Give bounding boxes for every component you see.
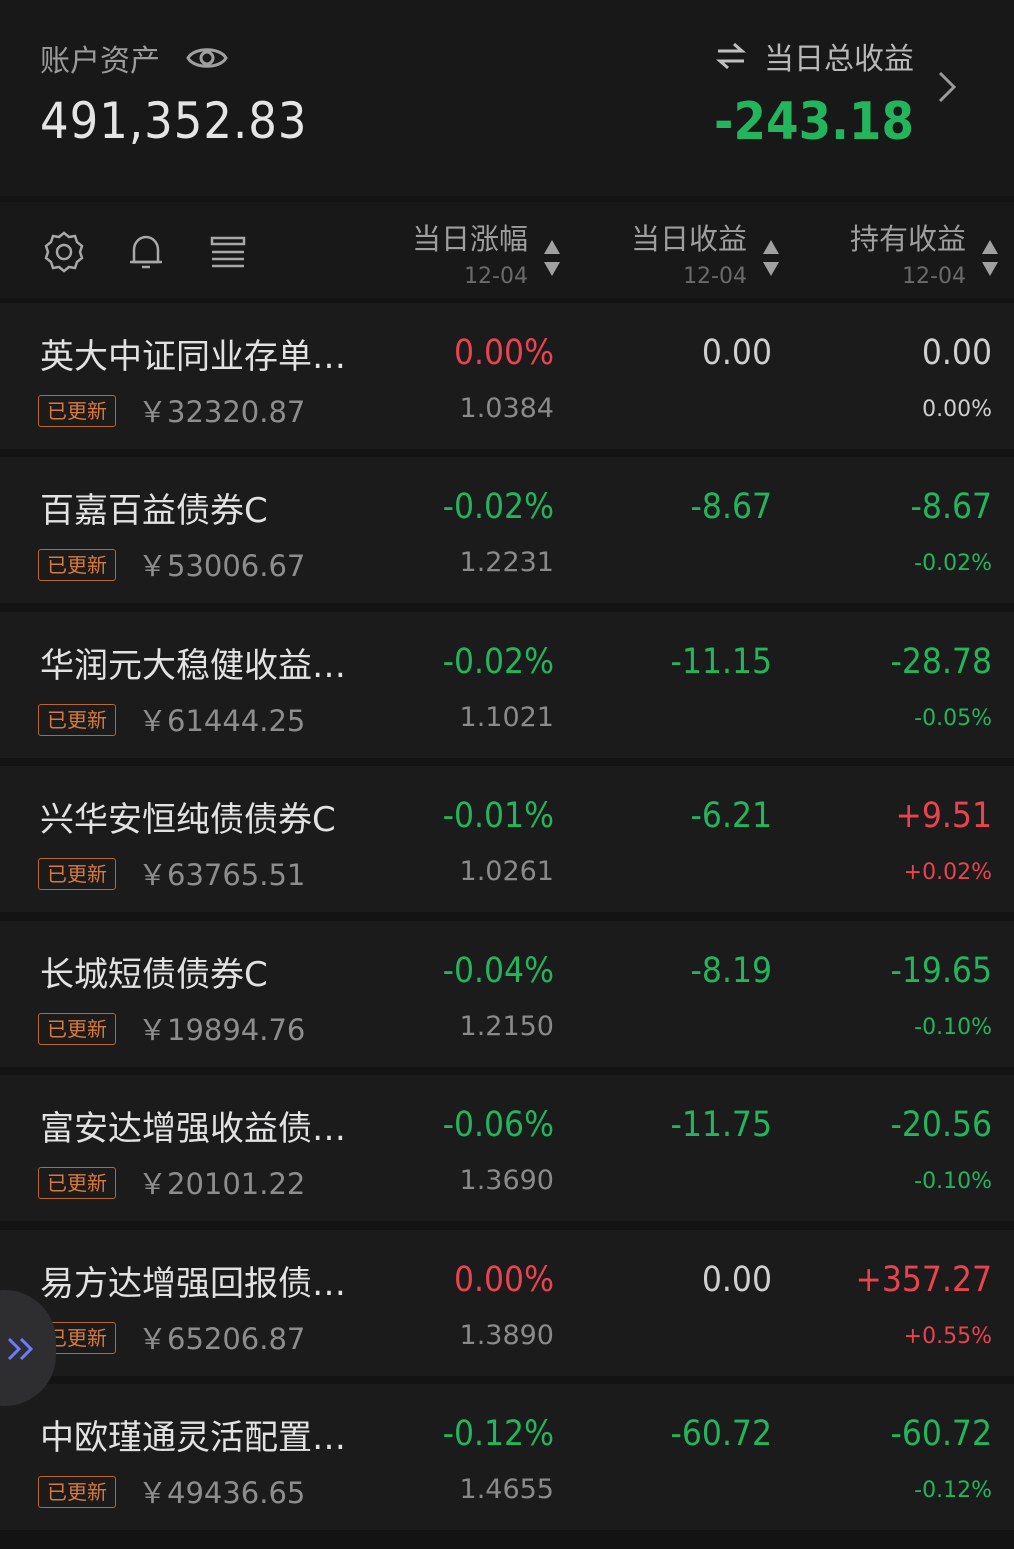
hold-profit-pct: +0.02%: [903, 860, 992, 885]
fund-name: 华润元大稳健收益…: [40, 646, 346, 686]
fund-amount: ￥63765.51: [138, 858, 306, 892]
hold-profit-pct: -0.12%: [914, 1478, 992, 1503]
column-title: 持有收益: [849, 222, 966, 256]
fund-amount: ￥65206.87: [138, 1322, 306, 1356]
fund-row[interactable]: 华润元大稳健收益… 已更新 ￥61444.25 -0.02% 1.1021 -1…: [0, 612, 1014, 758]
day-profit: -8.67: [690, 487, 772, 527]
fund-name: 百嘉百益债券C: [40, 491, 268, 531]
sort-icon[interactable]: [980, 238, 1000, 278]
sort-icon[interactable]: [761, 238, 781, 278]
nav-value: 1.2231: [459, 547, 554, 578]
fund-name: 长城短债债券C: [40, 955, 268, 995]
column-date: 12-04: [464, 264, 528, 289]
updated-badge: 已更新: [38, 1476, 116, 1508]
nav-value: 1.3890: [459, 1320, 554, 1351]
bell-icon[interactable]: [124, 230, 168, 274]
fund-row[interactable]: 易方达增强回报债… 已更新 ￥65206.87 0.00% 1.3890 0.0…: [0, 1230, 1014, 1376]
column-header-day-profit[interactable]: 当日收益 12-04: [631, 216, 747, 289]
hold-profit: -19.65: [890, 951, 992, 991]
change-pct: 0.00%: [453, 1260, 554, 1300]
fund-row[interactable]: 百嘉百益债券C 已更新 ￥53006.67 -0.02% 1.2231 -8.6…: [0, 457, 1014, 603]
account-label: 账户资产: [40, 44, 160, 79]
expand-icon: [7, 1337, 34, 1361]
updated-badge: 已更新: [38, 549, 116, 581]
change-pct: -0.01%: [442, 796, 554, 836]
fund-row[interactable]: 富安达增强收益债… 已更新 ￥20101.22 -0.06% 1.3690 -1…: [0, 1075, 1014, 1221]
nav-value: 1.2150: [459, 1011, 554, 1042]
fund-row[interactable]: 中欧瑾通灵活配置… 已更新 ￥49436.65 -0.12% 1.4655 -6…: [0, 1384, 1014, 1530]
hold-profit: 0.00: [921, 333, 992, 373]
account-label-wrap: 账户资产: [40, 36, 228, 80]
hold-profit-pct: +0.55%: [903, 1324, 992, 1349]
fund-amount: ￥20101.22: [138, 1167, 306, 1201]
hold-profit-pct: -0.10%: [914, 1015, 992, 1040]
nav-value: 1.0384: [459, 393, 554, 424]
day-profit-label: 当日总收益: [764, 42, 914, 77]
day-profit-value: -243.18: [714, 92, 914, 152]
hold-profit: -20.56: [890, 1105, 992, 1145]
hold-profit-pct: -0.10%: [914, 1169, 992, 1194]
fund-amount: ￥19894.76: [138, 1013, 306, 1047]
list-toolbar: 当日涨幅 12-04 当日收益 12-04 持有收益 12-04: [0, 202, 1014, 298]
fund-row[interactable]: 长城短债债券C 已更新 ￥19894.76 -0.04% 1.2150 -8.1…: [0, 921, 1014, 1067]
account-value: 491,352.83: [40, 92, 308, 150]
updated-badge: 已更新: [38, 858, 116, 890]
column-date: 12-04: [902, 264, 966, 289]
fund-amount: ￥53006.67: [138, 549, 306, 583]
hold-profit: +9.51: [895, 796, 992, 836]
day-profit: -8.19: [690, 951, 772, 991]
list-icon[interactable]: [206, 230, 250, 274]
column-date: 12-04: [683, 264, 747, 289]
nav-value: 1.3690: [459, 1165, 554, 1196]
hold-profit: +357.27: [855, 1260, 992, 1300]
fund-name: 兴华安恒纯债债券C: [40, 800, 336, 840]
hold-profit: -28.78: [890, 642, 992, 682]
day-profit: 0.00: [701, 1260, 772, 1300]
hold-profit-pct: -0.02%: [914, 551, 992, 576]
updated-badge: 已更新: [38, 1013, 116, 1045]
fund-amount: ￥49436.65: [138, 1476, 306, 1510]
updated-badge: 已更新: [38, 704, 116, 736]
hold-profit: -60.72: [890, 1414, 992, 1454]
change-pct: -0.02%: [442, 642, 554, 682]
hold-profit-pct: -0.05%: [914, 706, 992, 731]
day-profit: -11.15: [670, 642, 772, 682]
change-pct: -0.04%: [442, 951, 554, 991]
day-profit-label-wrap[interactable]: 当日总收益: [714, 34, 914, 78]
fund-name: 英大中证同业存单…: [40, 337, 346, 377]
fund-amount: ￥32320.87: [138, 395, 306, 429]
nav-value: 1.4655: [459, 1474, 554, 1505]
change-pct: -0.12%: [442, 1414, 554, 1454]
sort-icon[interactable]: [542, 238, 562, 278]
hold-profit: -8.67: [910, 487, 992, 527]
nav-value: 1.0261: [459, 856, 554, 887]
swap-icon[interactable]: [714, 41, 748, 71]
fund-name: 中欧瑾通灵活配置…: [40, 1418, 346, 1458]
settings-icon[interactable]: [42, 230, 86, 274]
day-profit: -6.21: [690, 796, 772, 836]
account-summary: 账户资产 491,352.83 当日总收益 -243.18: [0, 0, 1014, 196]
hold-profit-pct: 0.00%: [922, 397, 992, 422]
change-pct: 0.00%: [453, 333, 554, 373]
column-title: 当日收益: [630, 222, 747, 256]
updated-badge: 已更新: [38, 1167, 116, 1199]
change-pct: -0.02%: [442, 487, 554, 527]
fund-name: 富安达增强收益债…: [40, 1109, 346, 1149]
fund-row[interactable]: 英大中证同业存单… 已更新 ￥32320.87 0.00% 1.0384 0.0…: [0, 303, 1014, 449]
fund-name: 易方达增强回报债…: [40, 1264, 346, 1304]
fund-row[interactable]: 兴华安恒纯债债券C 已更新 ￥63765.51 -0.01% 1.0261 -6…: [0, 766, 1014, 912]
nav-value: 1.1021: [459, 702, 554, 733]
day-profit: -60.72: [670, 1414, 772, 1454]
day-profit: 0.00: [701, 333, 772, 373]
column-header-hold-profit[interactable]: 持有收益 12-04: [850, 216, 966, 289]
chevron-right-icon[interactable]: [936, 70, 958, 104]
column-header-change[interactable]: 当日涨幅 12-04: [412, 216, 528, 289]
updated-badge: 已更新: [38, 395, 116, 427]
change-pct: -0.06%: [442, 1105, 554, 1145]
fund-portfolio-screen: 账户资产 491,352.83 当日总收益 -243.18 当日涨幅 12-04…: [0, 0, 1014, 1549]
eye-icon[interactable]: [186, 43, 228, 73]
column-title: 当日涨幅: [411, 222, 528, 256]
fund-amount: ￥61444.25: [138, 704, 306, 738]
day-profit: -11.75: [670, 1105, 772, 1145]
